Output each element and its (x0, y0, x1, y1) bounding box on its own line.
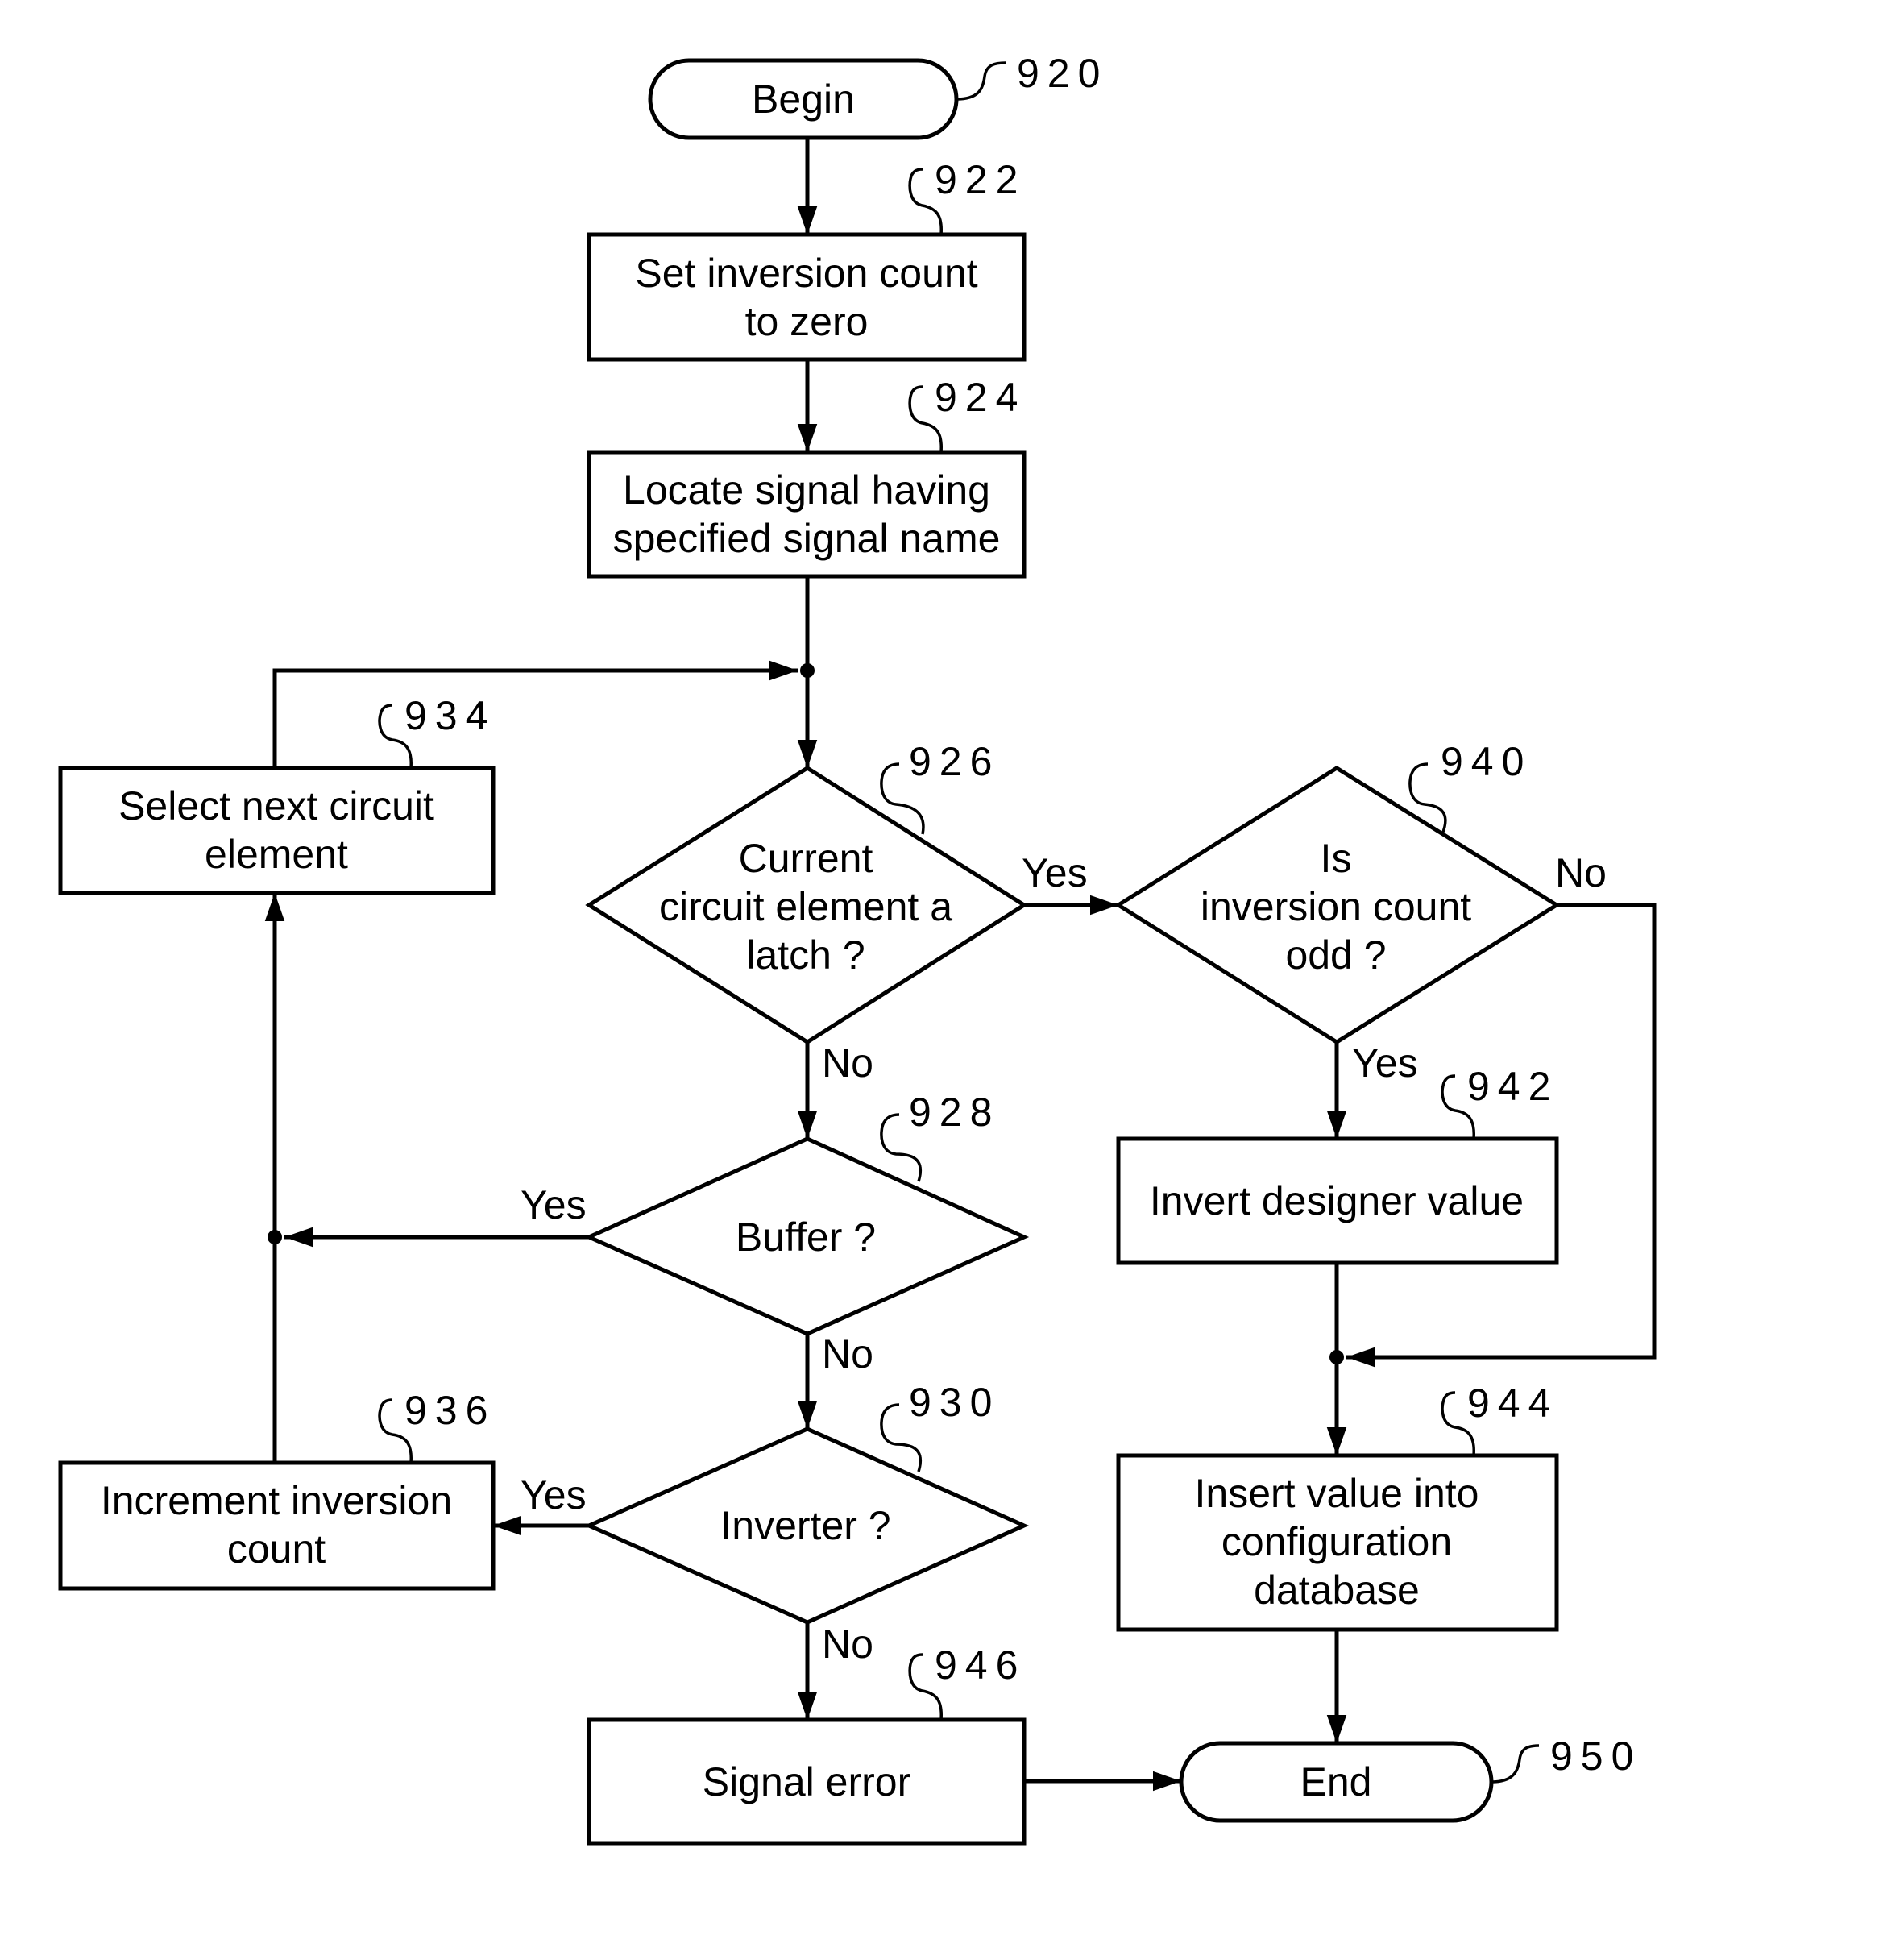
ref-922: 922 (935, 157, 1026, 202)
node-is-odd: Is inversion count odd ? 940 (1114, 739, 1561, 1044)
label-odd-yes: Yes (1352, 1040, 1418, 1086)
node-insert-value-line-3: database (1254, 1568, 1420, 1613)
node-insert-value-line-2: configuration (1221, 1519, 1452, 1564)
node-begin: Begin 920 (648, 51, 1108, 140)
node-set-count-line-1: Set inversion count (635, 251, 977, 296)
node-begin-text: Begin (752, 77, 855, 122)
node-is-odd-line-1: Is (1321, 836, 1352, 881)
node-is-latch-line-3: latch ? (746, 932, 865, 978)
ref-924: 924 (935, 375, 1026, 420)
node-invert-value-text: Invert designer value (1150, 1178, 1524, 1223)
node-increment-count-line-1: Increment inversion (101, 1478, 452, 1523)
node-set-count-line-2: to zero (745, 299, 869, 344)
node-is-buffer-text: Buffer ? (736, 1215, 876, 1260)
node-is-odd-line-3: odd ? (1285, 932, 1386, 978)
ref-950: 950 (1550, 1734, 1641, 1779)
label-inverter-yes: Yes (521, 1472, 587, 1518)
ref-944: 944 (1467, 1381, 1558, 1426)
ref-936: 936 (404, 1388, 496, 1433)
junction-dot-top (800, 663, 815, 678)
node-select-next-line-2: element (205, 832, 348, 877)
node-is-odd-line-2: inversion count (1201, 884, 1471, 929)
label-odd-no: No (1555, 850, 1607, 895)
node-increment-count: Increment inversion count 936 (58, 1388, 496, 1591)
label-latch-no: No (822, 1040, 873, 1086)
node-end: End 950 (1179, 1734, 1641, 1823)
label-buffer-yes: Yes (521, 1182, 587, 1227)
node-is-latch-line-2: circuit element a (659, 884, 952, 929)
ref-946: 946 (935, 1642, 1026, 1688)
ref-928: 928 (909, 1090, 1000, 1135)
label-latch-yes: Yes (1022, 850, 1088, 895)
ref-942: 942 (1467, 1064, 1558, 1109)
node-select-next: Select next circuit element 934 (58, 693, 496, 895)
node-insert-value-line-1: Insert value into (1195, 1471, 1479, 1516)
node-signal-error-text: Signal error (703, 1759, 910, 1804)
ref-930: 930 (909, 1380, 1000, 1425)
node-end-text: End (1300, 1759, 1372, 1804)
node-is-latch-line-1: Current (739, 836, 873, 881)
edge-select-next-to-junction (272, 660, 798, 768)
label-inverter-no: No (822, 1622, 873, 1667)
node-is-inverter-text: Inverter ? (720, 1503, 890, 1548)
node-select-next-line-1: Select next circuit (118, 783, 434, 828)
node-is-latch: Current circuit element a latch ? 926 (585, 739, 1028, 1044)
ref-934: 934 (404, 693, 496, 738)
flowchart: Yes No Yes No Yes No Yes No Begin 920 Se… (58, 51, 1657, 1846)
ref-940: 940 (1441, 739, 1532, 784)
ref-920: 920 (1017, 51, 1108, 96)
node-increment-count-line-2: count (227, 1526, 326, 1572)
node-locate-signal-line-1: Locate signal having (623, 467, 990, 513)
ref-926: 926 (909, 739, 1000, 784)
label-buffer-no: No (822, 1331, 873, 1377)
node-locate-signal-line-2: specified signal name (613, 516, 1001, 561)
